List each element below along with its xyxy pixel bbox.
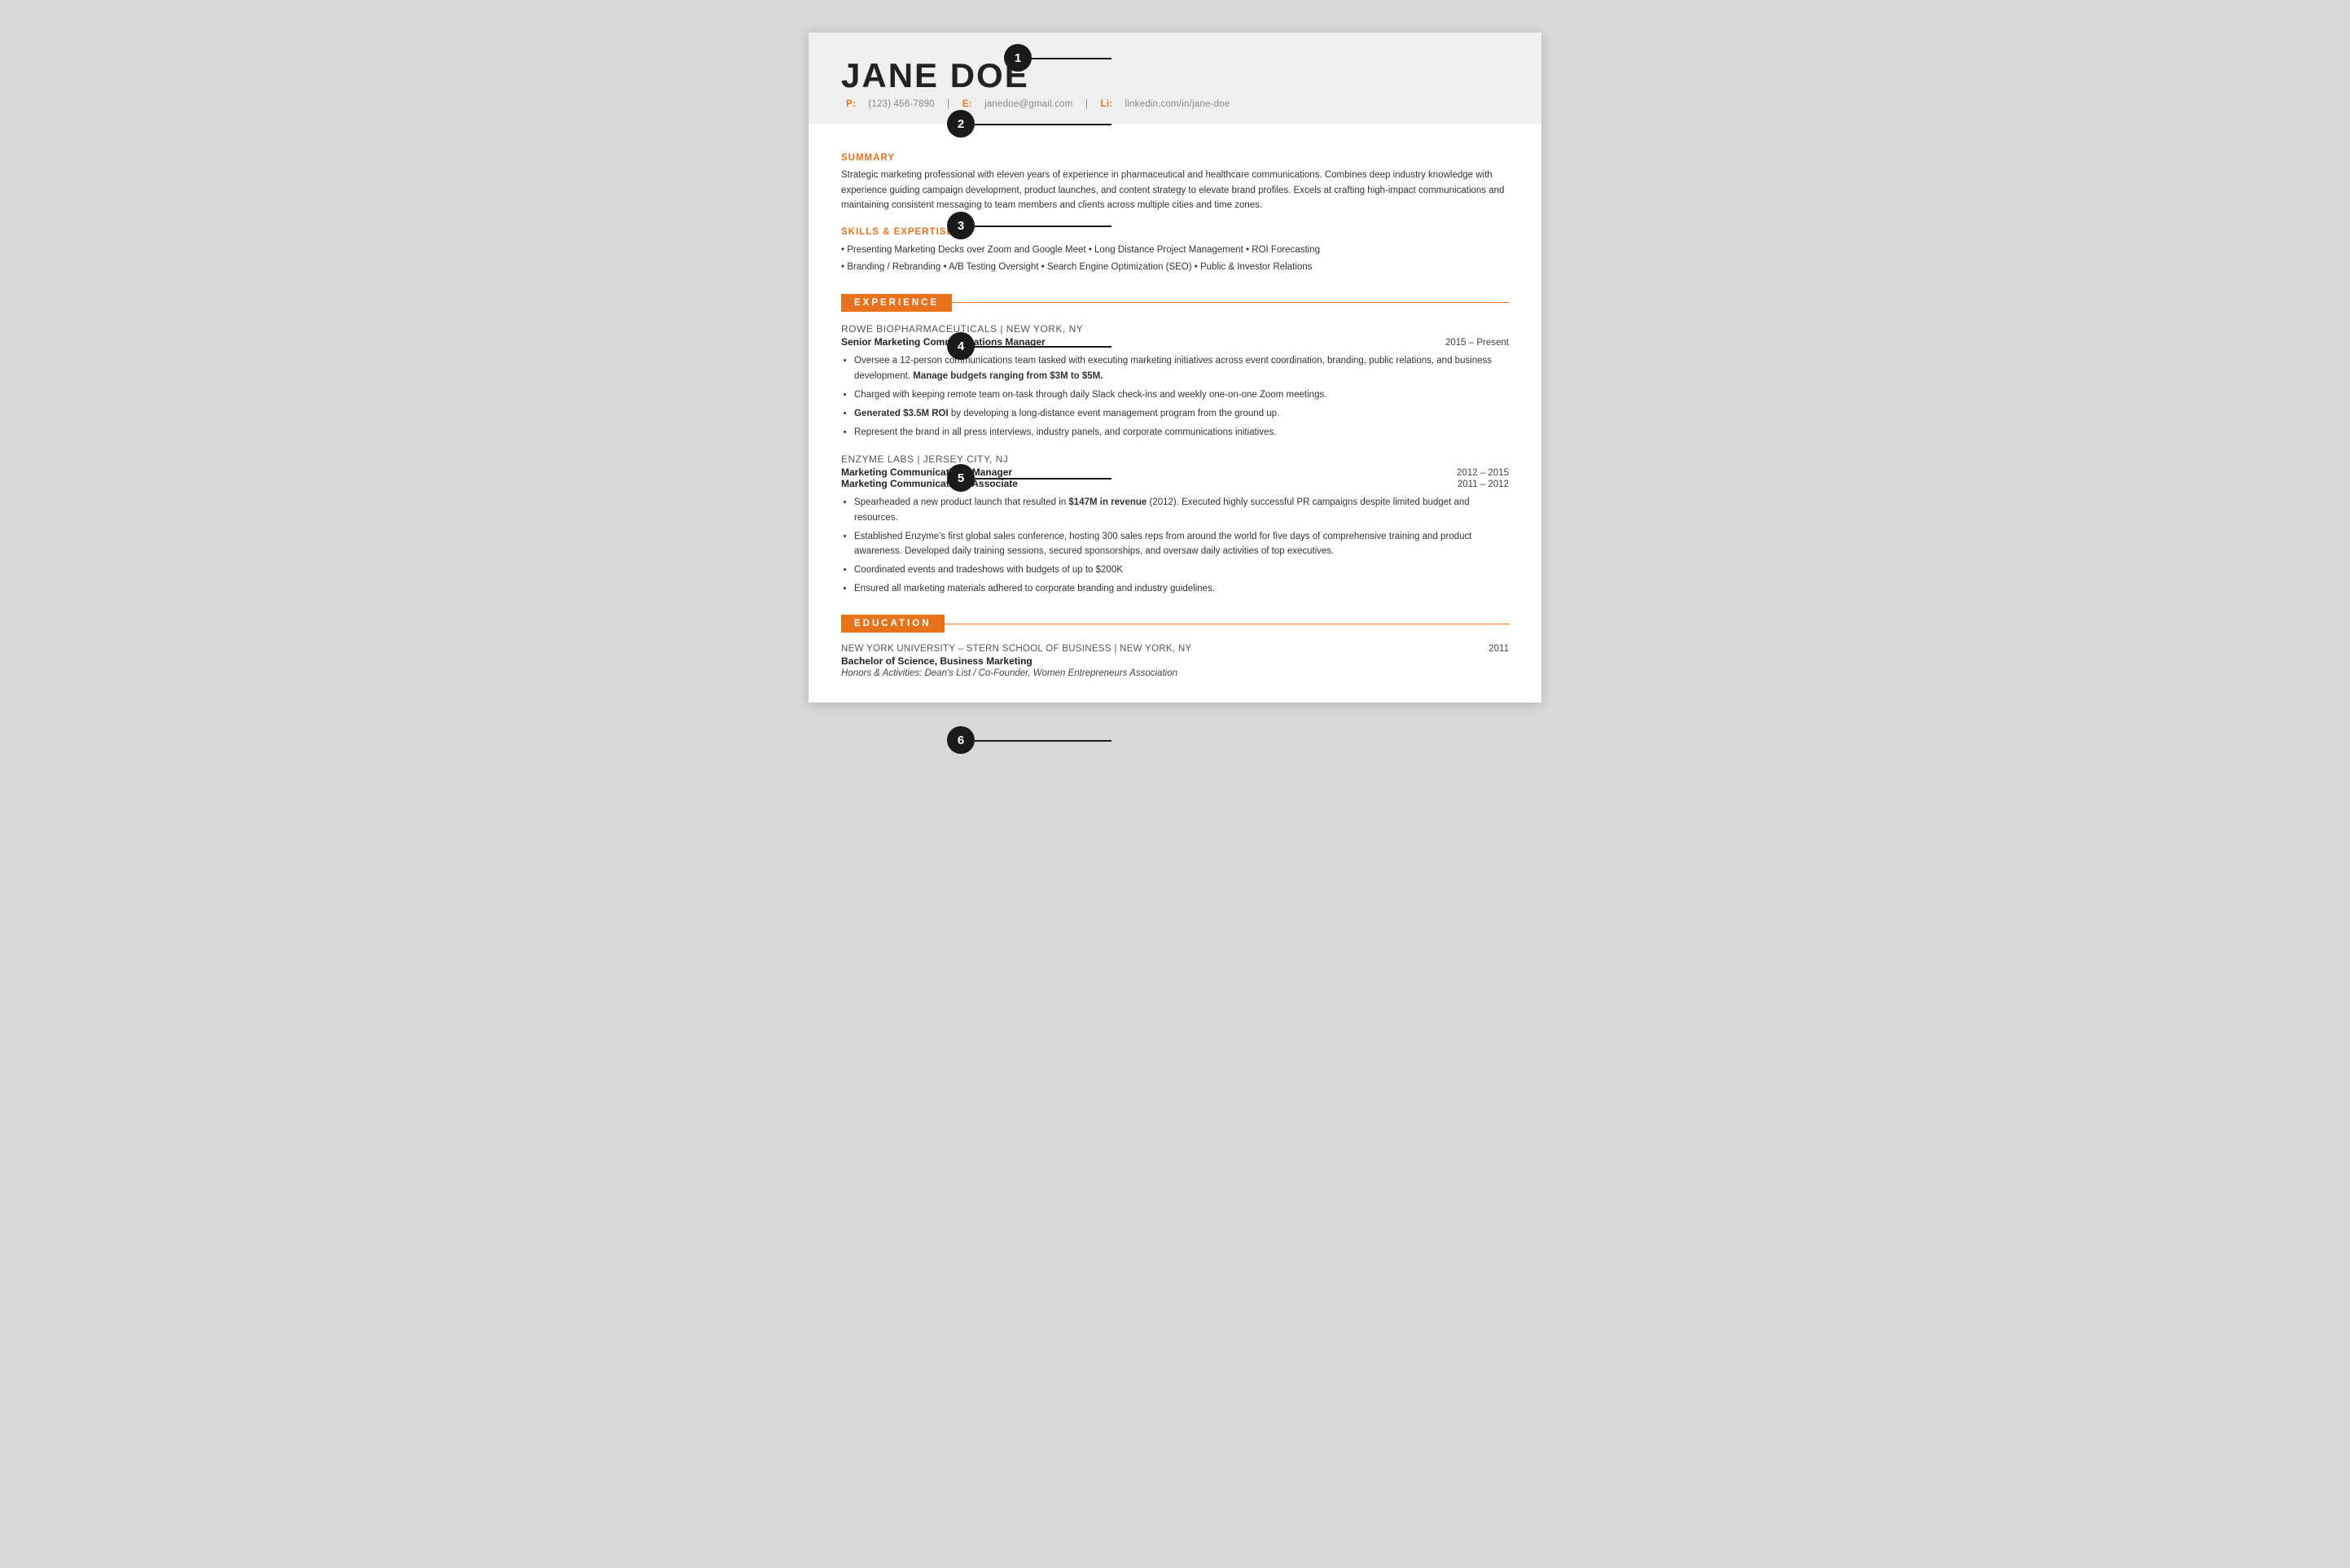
job2-dates: 2012 – 2015 — [1457, 468, 1509, 478]
education-section-bar: EDUCATION — [841, 615, 1509, 633]
edu-degree: Bachelor of Science, Business Marketing — [841, 655, 1509, 667]
skills-line-2: Branding / Rebranding • A/B Testing Over… — [841, 259, 1509, 276]
job2-title: Marketing Communications Manager — [841, 466, 1012, 478]
edu-honors-value: Dean's List / Co-Founder, Women Entrepre… — [924, 668, 1177, 678]
experience-section-line — [952, 302, 1509, 303]
annotation-4-line — [975, 346, 1111, 348]
job1-title-row: Senior Marketing Communications Manager … — [841, 336, 1509, 348]
resume-header: JANE DOE P: (123) 456-7890 | E: janedoe@… — [809, 33, 1541, 124]
job1-dates: 2015 – Present — [1445, 338, 1509, 348]
summary-section-label: SUMMARY — [841, 153, 1509, 163]
email-label: E: — [962, 99, 972, 109]
skills-list: Presenting Marketing Decks over Zoom and… — [841, 242, 1509, 275]
annotation-2-line — [975, 124, 1111, 125]
linkedin-label: Li: — [1100, 99, 1112, 109]
education-section-box: EDUCATION — [841, 615, 945, 633]
linkedin-value: linkedin.com/in/jane-doe — [1125, 99, 1230, 109]
job1-bullet-4: Represent the brand in all press intervi… — [854, 425, 1509, 440]
edu-school: NEW YORK UNIVERSITY – STERN SCHOOL OF BU… — [841, 644, 1191, 654]
job1-bullet-2: Charged with keeping remote team on-task… — [854, 388, 1509, 403]
job1-bullet-3: Generated $3.5M ROI by developing a long… — [854, 406, 1509, 422]
candidate-name: JANE DOE — [841, 57, 1509, 94]
job1-bullets: Oversee a 12-person communications team … — [854, 353, 1509, 440]
job2-bullet-1: Spearheaded a new product launch that re… — [854, 495, 1509, 526]
experience-section-box: EXPERIENCE — [841, 294, 952, 312]
phone-label: P: — [846, 99, 856, 109]
experience-section-bar: EXPERIENCE — [841, 294, 1509, 312]
job2-company: ENZYME LABS | Jersey City, NJ — [841, 453, 1509, 465]
annotation-1-line — [1032, 58, 1111, 59]
job2-bullet-4: Ensured all marketing materials adhered … — [854, 581, 1509, 597]
summary-text: Strategic marketing professional with el… — [841, 168, 1509, 212]
skills-section-label: SKILLS & EXPERTISE — [841, 227, 1509, 237]
job2-title-row: Marketing Communications Manager 2012 – … — [841, 466, 1509, 478]
phone-value: (123) 456-7890 — [868, 99, 934, 109]
annotation-3-line — [975, 226, 1111, 227]
annotation-6: 6 — [947, 726, 975, 754]
education-row: NEW YORK UNIVERSITY – STERN SCHOOL OF BU… — [841, 644, 1509, 654]
annotation-5-line — [975, 478, 1111, 480]
annotation-1: 1 — [1004, 44, 1032, 72]
edu-honors: Honors & Activities: Dean's List / Co-Fo… — [841, 668, 1509, 678]
job2-bullet-2: Established Enzyme's first global sales … — [854, 529, 1509, 560]
email-value: janedoe@gmail.com — [984, 99, 1072, 109]
annotation-5: 5 — [947, 464, 975, 492]
edu-year: 2011 — [1488, 644, 1509, 654]
page-wrapper: 1 2 3 4 5 6 JANE DOE P: (123) 456-7890 |… — [809, 33, 1541, 703]
contact-info: P: (123) 456-7890 | E: janedoe@gmail.com… — [841, 99, 1509, 109]
skills-line-1: Presenting Marketing Decks over Zoom and… — [841, 242, 1509, 259]
annotation-4: 4 — [947, 332, 975, 360]
job2-bullet-3: Coordinated events and tradeshows with b… — [854, 563, 1509, 578]
annotation-3: 3 — [947, 212, 975, 239]
job1-bullet-1: Oversee a 12-person communications team … — [854, 353, 1509, 384]
edu-honors-label: Honors & Activities: — [841, 668, 922, 678]
job2-dates2: 2011 – 2012 — [1458, 480, 1509, 489]
sep2: | — [1085, 99, 1088, 109]
resume-body: SUMMARY Strategic marketing professional… — [809, 124, 1541, 703]
job1-company: ROWE BIOPHARMACEUTICALS | New York, NY — [841, 323, 1509, 335]
job2-bullets: Spearheaded a new product launch that re… — [854, 495, 1509, 598]
sep1: | — [947, 99, 949, 109]
resume-paper: JANE DOE P: (123) 456-7890 | E: janedoe@… — [809, 33, 1541, 703]
annotation-2: 2 — [947, 110, 975, 138]
job2-title2-row: Marketing Communications Associate 2011 … — [841, 478, 1509, 489]
annotation-6-line — [975, 740, 1111, 742]
